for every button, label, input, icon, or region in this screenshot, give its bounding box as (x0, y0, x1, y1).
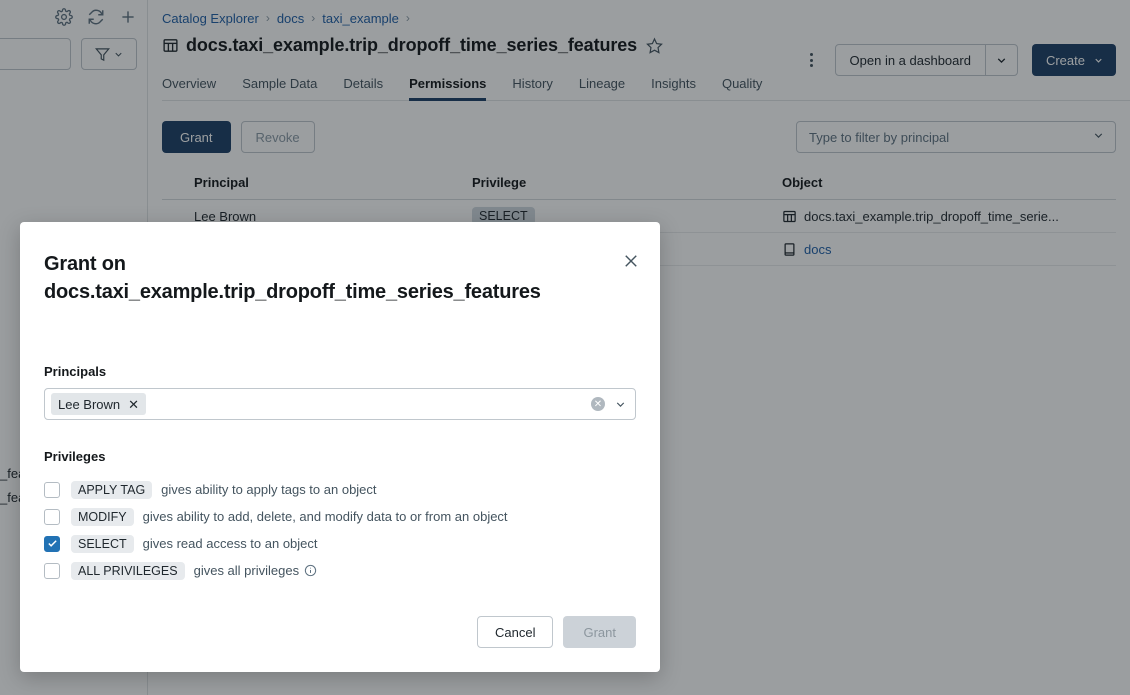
privilege-row-all-privileges[interactable]: ALL PRIVILEGES gives all privileges (44, 557, 636, 584)
grant-submit-button[interactable]: Grant (563, 616, 636, 648)
check-icon (47, 538, 58, 549)
chevron-down-icon[interactable] (614, 398, 627, 411)
close-icon[interactable] (622, 252, 640, 270)
privilege-description: gives ability to add, delete, and modify… (143, 509, 508, 524)
principals-input-controls: ✕ (591, 397, 627, 411)
privileges-list: APPLY TAG gives ability to apply tags to… (44, 476, 636, 584)
privilege-name: APPLY TAG (71, 481, 152, 499)
privilege-description: gives all privileges (194, 563, 300, 578)
grant-dialog: Grant on docs.taxi_example.trip_dropoff_… (20, 222, 660, 672)
checkbox-select[interactable] (44, 536, 60, 552)
privilege-name: SELECT (71, 535, 134, 553)
privileges-label: Privileges (44, 449, 636, 464)
dialog-title: Grant on docs.taxi_example.trip_dropoff_… (44, 250, 600, 306)
privilege-name: ALL PRIVILEGES (71, 562, 185, 580)
principals-label: Principals (44, 364, 636, 379)
checkbox-apply-tag[interactable] (44, 482, 60, 498)
privilege-name: MODIFY (71, 508, 134, 526)
privilege-row-apply-tag[interactable]: APPLY TAG gives ability to apply tags to… (44, 476, 636, 503)
privilege-description: gives ability to apply tags to an object (161, 482, 376, 497)
privilege-row-modify[interactable]: MODIFY gives ability to add, delete, and… (44, 503, 636, 530)
principal-token: Lee Brown ✕ (51, 393, 146, 415)
privilege-description: gives read access to an object (143, 536, 318, 551)
remove-principal-icon[interactable]: ✕ (128, 398, 139, 411)
principals-input[interactable]: Lee Brown ✕ ✕ (44, 388, 636, 420)
clear-all-icon[interactable]: ✕ (591, 397, 605, 411)
checkbox-modify[interactable] (44, 509, 60, 525)
privilege-row-select[interactable]: SELECT gives read access to an object (44, 530, 636, 557)
checkbox-all-privileges[interactable] (44, 563, 60, 579)
dialog-footer: Cancel Grant (44, 616, 636, 648)
app-root: _fea _fea Catalog Explorer › docs › taxi… (0, 0, 1130, 695)
cancel-button[interactable]: Cancel (477, 616, 553, 648)
principal-token-label: Lee Brown (58, 397, 120, 412)
info-icon[interactable] (304, 564, 317, 577)
privilege-description-wrap: gives all privileges (194, 563, 318, 578)
